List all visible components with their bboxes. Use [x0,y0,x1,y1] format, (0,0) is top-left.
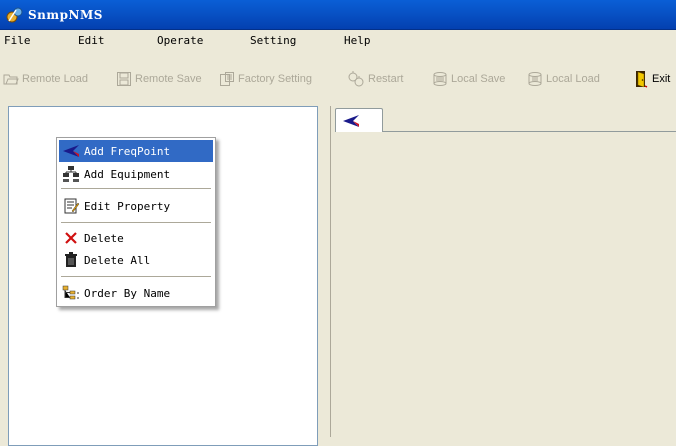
floppy-disk-icon [117,72,131,86]
menu-item-add-freqpoint[interactable]: Add FreqPoint [59,140,213,162]
toolbar: Remote Load Remote Save Factory Setting … [0,50,676,106]
remote-save-label: Remote Save [135,73,202,85]
edit-property-icon [64,198,80,214]
factory-setting-label: Factory Setting [238,73,312,85]
app-logo-icon [6,7,23,23]
menu-item-delete-all[interactable]: Delete All [59,249,213,271]
tree-order-icon [62,285,79,300]
local-load-icon [528,72,542,86]
delete-x-icon [65,232,77,244]
tab-freqpoint[interactable] [335,108,383,132]
menu-separator [61,222,211,224]
remote-load-label: Remote Load [22,73,89,85]
menu-item-label: Edit Property [84,199,171,213]
menu-item-label: Add Equipment [84,167,171,181]
equipment-icon [63,166,79,182]
local-save-label: Local Save [451,73,506,85]
menu-item-edit-property[interactable]: Edit Property [59,195,213,217]
menu-item-add-equipment[interactable]: Add Equipment [59,163,213,185]
folder-open-icon [3,74,19,85]
menu-separator [61,188,211,190]
title-bar[interactable]: SnmpNMS [0,0,676,30]
factory-setting-button[interactable]: Factory Setting [219,70,312,88]
remote-load-button[interactable]: Remote Load [3,70,88,88]
exit-button[interactable]: Exit [633,70,670,88]
menu-separator [61,276,211,278]
local-save-button[interactable]: Local Save [432,70,505,88]
menu-edit[interactable]: Edit [78,34,105,47]
local-load-button[interactable]: Local Load [527,70,600,88]
splitter[interactable] [318,106,330,437]
menu-item-label: Add FreqPoint [84,144,171,158]
menu-help[interactable]: Help [344,34,371,47]
window-title: SnmpNMS [28,8,103,22]
menu-item-label: Delete [84,231,124,245]
menu-operate[interactable]: Operate [157,34,203,47]
menu-item-delete[interactable]: Delete [59,227,213,249]
menu-item-label: Order By Name [84,286,171,300]
freqpoint-arrow-icon [343,115,359,127]
freqpoint-arrow-icon [63,145,79,157]
factory-setting-icon [220,72,234,86]
menu-setting[interactable]: Setting [250,34,296,47]
local-save-icon [433,72,447,86]
menu-file[interactable]: File [4,34,31,47]
restart-label: Restart [368,73,404,85]
tab-strip-divider [383,131,676,132]
menu-bar: File Edit Operate Setting Help [0,30,676,50]
local-load-label: Local Load [546,73,600,85]
menu-item-label: Delete All [84,253,151,267]
trash-can-icon [65,252,77,267]
restart-button[interactable]: Restart [347,70,403,88]
content-panel [330,106,676,437]
exit-door-icon [636,71,648,88]
restart-icon [348,71,364,87]
exit-label: Exit [652,73,671,85]
menu-item-order-by-name[interactable]: Order By Name [59,282,213,304]
context-menu: Add FreqPoint Add Equipment Edit Propert… [56,137,216,307]
remote-save-button[interactable]: Remote Save [116,70,202,88]
